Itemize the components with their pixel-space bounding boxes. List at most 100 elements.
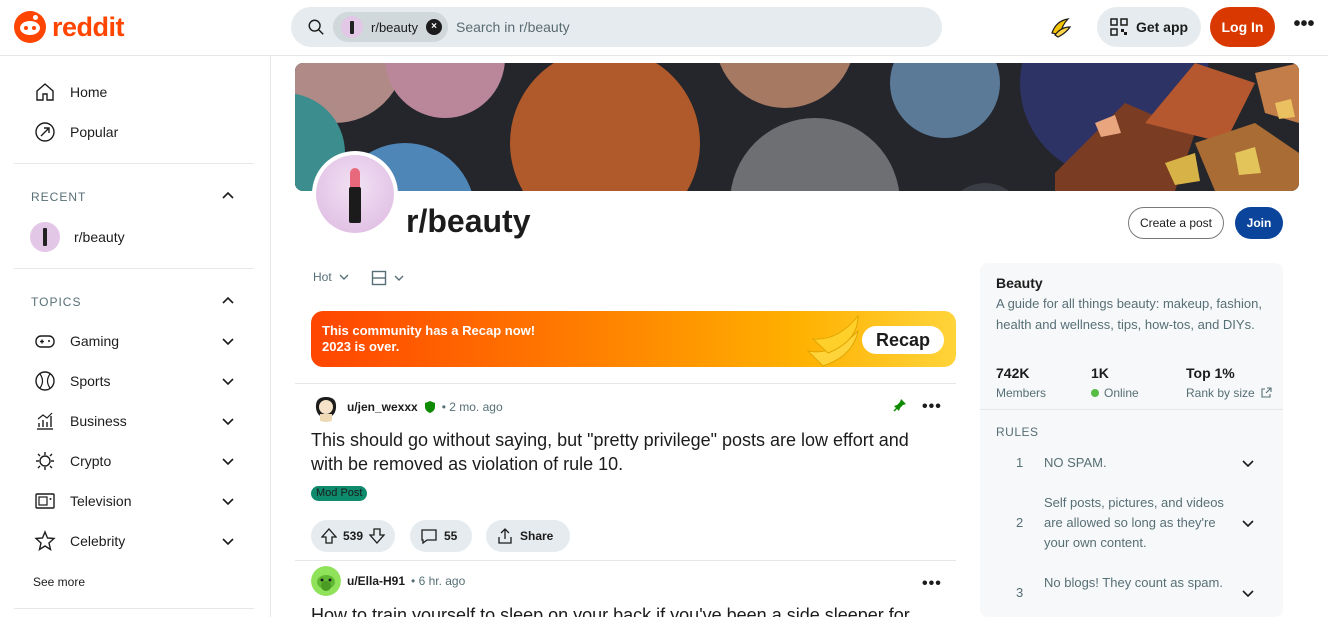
share-button[interactable]: Share [486,520,570,552]
gamepad-icon [35,335,55,348]
mod-shield-icon [424,401,435,413]
sidebar-item-label: Crypto [70,453,112,469]
sidebar-topic-gaming[interactable]: Gaming [34,329,119,353]
search-scope-chip[interactable]: r/beauty × [333,12,448,42]
divider [295,560,956,561]
chevron-up-icon[interactable] [219,292,237,310]
user-avatar[interactable] [311,566,341,596]
user-avatar[interactable] [311,392,341,422]
avatar-illustration-icon [311,392,341,422]
post-title[interactable]: How to train yourself to sleep on your b… [311,603,931,617]
login-button[interactable]: Log In [1210,7,1275,47]
external-link-icon [1261,387,1272,398]
subreddit-avatar [312,151,398,237]
beauty-avatar-icon [30,222,60,252]
join-button[interactable]: Join [1235,207,1283,239]
upvote-icon[interactable] [321,528,337,544]
subreddit-title: r/beauty [406,203,531,239]
reddit-logo[interactable]: reddit [14,11,125,43]
sidebar-item-recent-beauty[interactable]: r/beauty [30,222,125,252]
chevron-down-icon[interactable] [219,532,237,550]
sidebar-item-label: Business [70,413,127,429]
post-more-icon[interactable]: ••• [922,398,942,416]
downvote-icon[interactable] [369,528,385,544]
more-options-icon[interactable]: ••• [1290,12,1318,42]
sidebar-topic-television[interactable]: Television [34,489,131,513]
stat-label: Members [996,386,1047,400]
rule-text: NO SPAM. [1044,455,1107,470]
sidebar-item-label: Gaming [70,333,120,349]
divider [14,163,254,164]
chevron-down-icon[interactable] [219,332,237,350]
rule-text: Self posts, pictures, and videos are all… [1044,495,1224,550]
sidebar-item-popular[interactable]: Popular [34,120,118,144]
create-post-button[interactable]: Create a post [1128,207,1224,239]
view-dropdown[interactable] [371,270,405,286]
sidebar-topic-sports[interactable]: Sports [34,369,110,393]
post-title[interactable]: This should go without saying, but "pret… [311,428,931,476]
recap-button[interactable]: Recap [862,326,944,354]
sidebar-item-home[interactable]: Home [34,80,107,104]
sort-dropdown[interactable]: Hot [313,270,350,284]
chip-close-icon[interactable]: × [425,19,442,35]
rule-number: 2 [1016,515,1024,530]
chevron-down-icon[interactable] [1240,515,1256,531]
see-more-link[interactable]: See more [33,575,85,589]
search-chip-label: r/beauty [371,19,418,35]
chevron-up-icon[interactable] [219,187,237,205]
left-sidebar: Home Popular RECENT r/beauty TOPICS Gami… [0,56,271,617]
qr-code-icon [1110,18,1128,36]
rank-value: Top 1% [1186,365,1235,381]
sidebar-item-label: r/beauty [74,229,125,245]
search-icon [308,19,324,35]
tv-icon [35,493,55,509]
post-flair[interactable]: Mod Post [311,486,368,501]
reddit-snoo-icon [14,11,46,43]
chevron-down-icon [339,274,349,280]
recap-banner[interactable]: This community has a Recap now! 2023 is … [311,311,956,367]
online-dot-icon [1091,389,1099,397]
recap-line-1: This community has a Recap now! [322,323,536,338]
chevron-down-icon[interactable] [1240,455,1256,471]
sort-label: Hot [313,270,332,284]
chart-icon [37,412,53,430]
rule-number: 3 [1016,585,1024,600]
post-meta: u/jen_wexxx • 2 mo. ago [311,392,503,422]
chevron-down-icon[interactable] [219,452,237,470]
online-count: 1K [1091,365,1109,381]
community-description: A guide for all things beauty: makeup, f… [996,296,1262,332]
sidebar-item-label: Home [70,84,108,100]
post-more-icon[interactable]: ••• [922,575,942,593]
post-author[interactable]: u/jen_wexxx [347,400,418,414]
recap-line-2: 2023 is over. [322,339,400,354]
vote-count: 539 [342,529,364,543]
chevron-down-icon[interactable] [219,412,237,430]
comment-icon [421,529,437,545]
share-label: Share [520,529,554,543]
sidebar-topic-crypto[interactable]: Crypto [34,449,111,473]
rank-link[interactable]: Rank by size [1186,386,1272,400]
banana-icon[interactable] [1046,13,1074,41]
comment-count: 55 [444,529,458,543]
sidebar-topic-business[interactable]: Business [34,409,127,433]
vote-bar: 539 [311,520,395,552]
pin-icon [893,399,906,412]
sidebar-item-label: Television [70,493,132,509]
rule-text: No blogs! They count as spam. [1044,575,1223,590]
chevron-down-icon[interactable] [219,492,237,510]
online-label: Online [1091,386,1139,400]
get-app-button[interactable]: Get app [1097,7,1201,47]
topics-section-title: TOPICS [31,295,82,309]
eyeshadow-banner-image [295,63,1299,191]
home-icon [36,83,54,101]
stat-label: Rank by size [1186,386,1255,400]
post-author[interactable]: u/Ella-H91 [347,574,405,588]
search-input[interactable]: Search in r/beauty [456,19,570,35]
post-time: • 6 hr. ago [411,574,466,588]
search-bar[interactable]: r/beauty × Search in r/beauty [291,7,942,47]
chevron-down-icon[interactable] [219,372,237,390]
lipstick-icon [316,155,394,233]
chevron-down-icon[interactable] [1240,585,1256,601]
comments-button[interactable]: 55 [410,520,472,552]
sidebar-topic-celebrity[interactable]: Celebrity [34,529,125,553]
